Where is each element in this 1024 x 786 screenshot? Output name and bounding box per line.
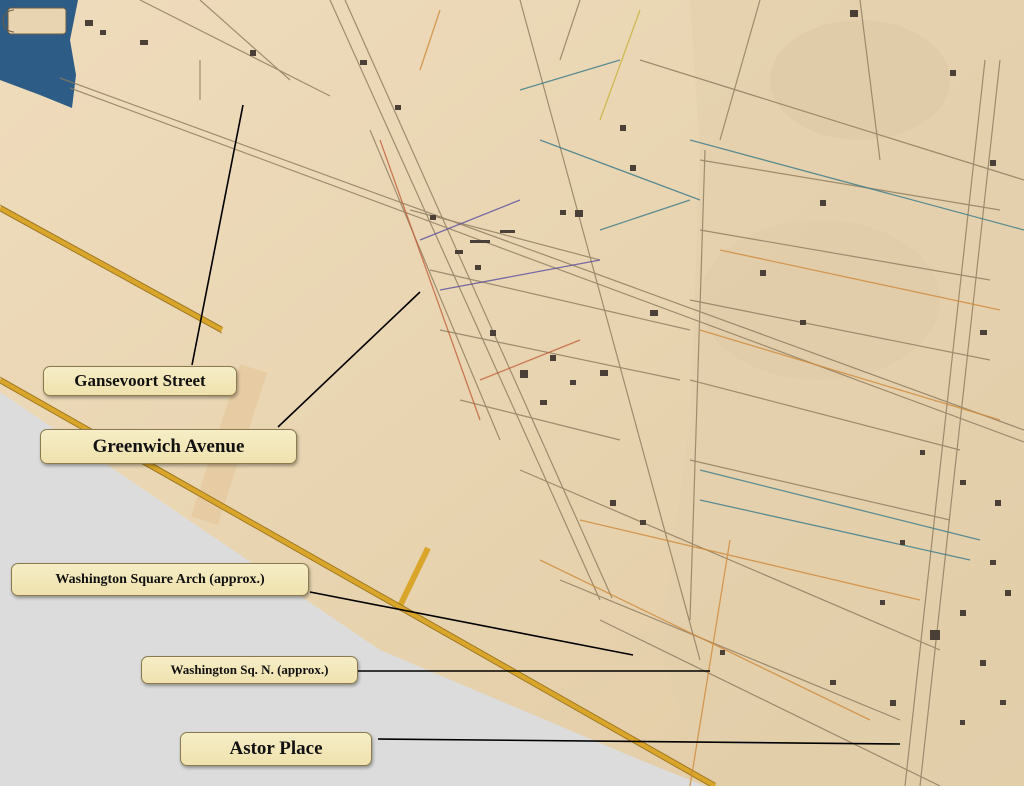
label-washington-sq-n: Washington Sq. N. (approx.) <box>141 656 358 684</box>
label-washington-square-arch: Washington Square Arch (approx.) <box>11 563 309 596</box>
label-gansevoort-street: Gansevoort Street <box>43 366 237 396</box>
label-greenwich-avenue: Greenwich Avenue <box>40 429 297 464</box>
label-astor-place: Astor Place <box>180 732 372 766</box>
